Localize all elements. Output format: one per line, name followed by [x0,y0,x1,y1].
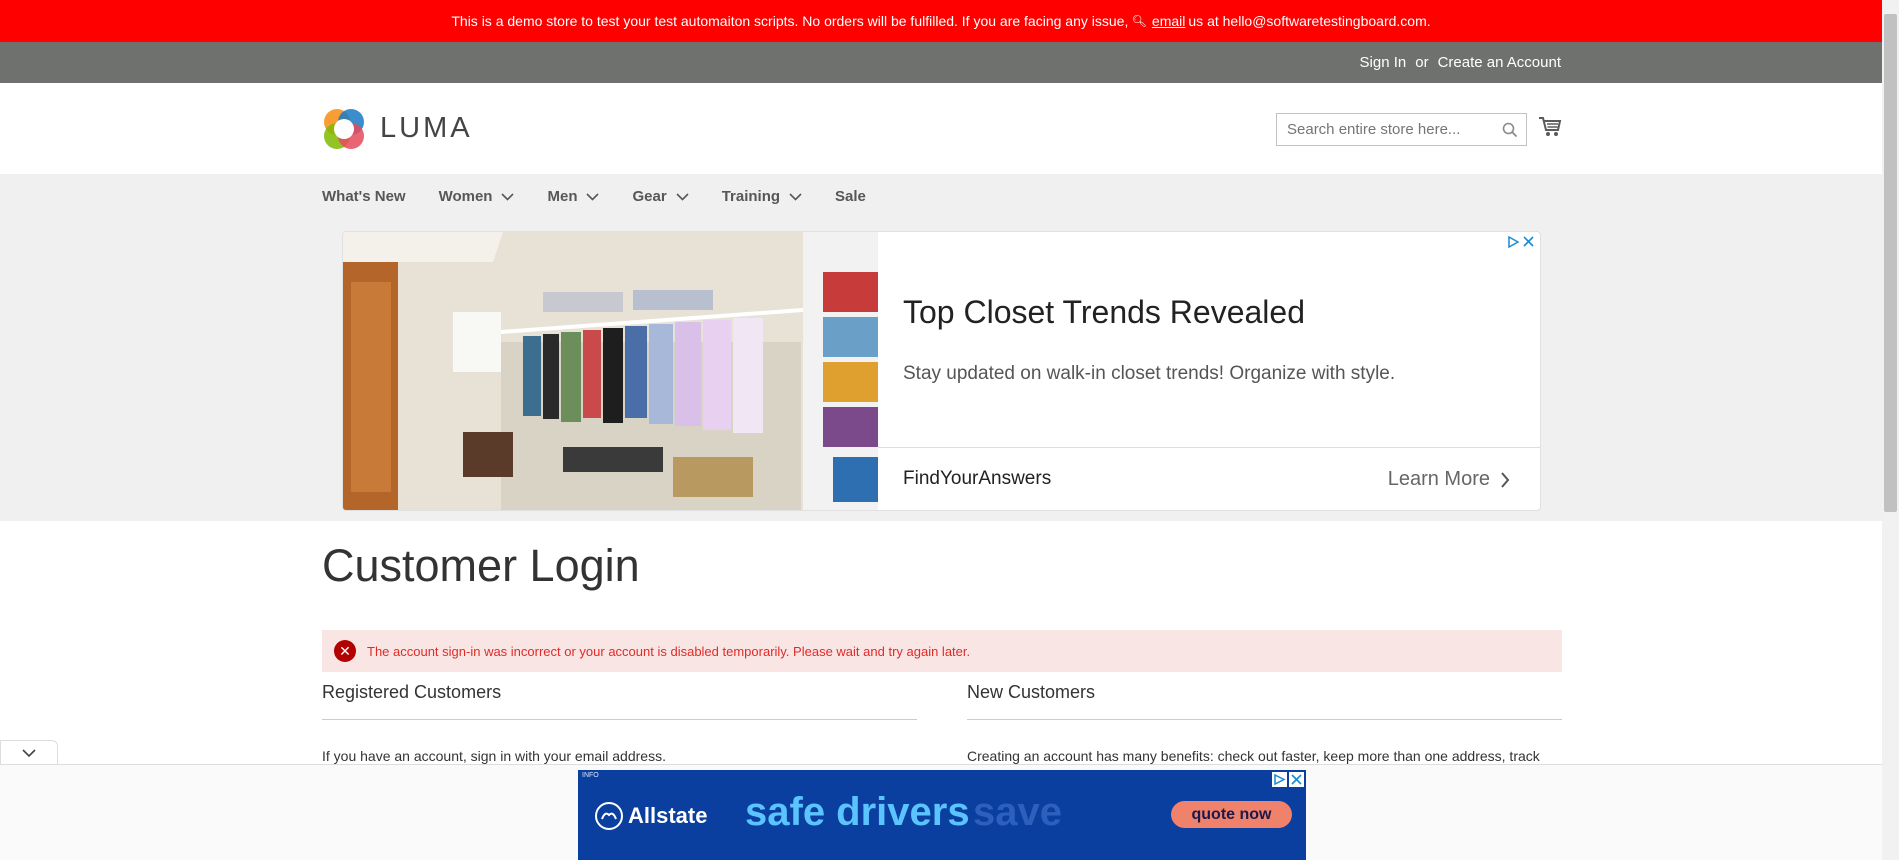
nav-item-label: What's New [322,188,406,205]
error-text: The account sign-in was incorrect or you… [367,643,971,659]
nav-item-label: Men [547,188,578,205]
bottom-ad-ghost-text: save [973,790,1062,834]
bottom-ad-choices[interactable] [1272,772,1304,787]
nav-item-label: Gear [632,188,667,205]
logo-text: LUMA [380,111,473,144]
nav-item-sale[interactable]: Sale [835,188,866,205]
ad-title: Top Closet Trends Revealed [903,294,1305,330]
main-nav: What's New Women Men Gear Training Sale [322,188,899,205]
collapse-ad-tab[interactable] [0,740,58,765]
registered-customers-text: If you have an account, sign in with you… [322,748,666,764]
email-link[interactable]: email [1152,13,1185,29]
account-bar: Sign In or Create an Account [0,42,1882,83]
ad-banner[interactable]: Top Closet Trends Revealed Stay updated … [342,231,1541,511]
demo-notice-text: This is a demo store to test your test a… [451,13,1129,29]
allstate-brand-text: Allstate [628,803,708,828]
adchoices-icon[interactable] [1272,772,1287,787]
nav-item-training[interactable]: Training [722,188,802,205]
bottom-ad-headline: safe drivers [745,790,970,834]
magnifier-icon: 🔍︎ [1128,14,1147,28]
nav-item-men[interactable]: Men [547,188,600,205]
learn-more-button[interactable]: Learn More [1388,468,1510,491]
or-separator: or [1415,54,1429,71]
nav-item-gear[interactable]: Gear [632,188,689,205]
registered-customers-title: Registered Customers [322,682,917,720]
nav-item-label: Sale [835,188,866,205]
page-scrollbar[interactable] [1882,0,1899,860]
registered-customers-block: Registered Customers If you have an acco… [322,682,917,766]
search-input[interactable] [1277,114,1487,145]
bottom-ad-banner[interactable]: INFO Allstate safe drivers save quote no… [578,770,1306,860]
ad-divider [878,447,1540,448]
allstate-hands-icon [595,802,623,830]
chevron-right-icon [1501,471,1510,488]
scrollbar-thumb[interactable] [1884,14,1897,512]
sign-in-link[interactable]: Sign In [1360,54,1407,71]
chevron-down-icon [22,748,36,757]
demo-notice-bar: This is a demo store to test your test a… [0,0,1882,42]
close-icon[interactable] [1523,236,1534,247]
demo-notice-email: us at hello@softwaretestingboard.com. [1188,13,1431,29]
page-title: Customer Login [322,540,640,591]
ad-choices[interactable] [1508,236,1534,248]
ad-description: Stay updated on walk-in closet trends! O… [903,363,1396,384]
logo[interactable]: LUMA [322,105,473,151]
new-customers-title: New Customers [967,682,1562,720]
account-links: Sign In or Create an Account [1360,54,1561,71]
ad-info-label: INFO [582,772,599,779]
chevron-down-icon [501,192,515,201]
search-icon[interactable] [1502,122,1518,143]
luma-logo-icon [324,109,364,149]
ad-brand: FindYourAnswers [903,468,1052,489]
nav-item-label: Women [438,188,493,205]
close-icon[interactable] [1289,772,1304,787]
nav-item-women[interactable]: Women [439,188,515,205]
error-icon: ✕ [334,640,356,662]
create-account-link[interactable]: Create an Account [1438,54,1561,71]
quote-now-button[interactable]: quote now [1171,801,1292,828]
allstate-brand: Allstate [594,801,707,831]
chevron-down-icon [586,192,600,201]
cart-icon[interactable] [1538,116,1562,143]
chevron-down-icon [789,192,802,201]
adchoices-icon[interactable] [1508,236,1519,248]
learn-more-label: Learn More [1387,468,1490,490]
closet-image [343,232,878,510]
nav-item-label: Training [721,188,781,205]
search-box [1276,113,1527,146]
error-message: ✕ The account sign-in was incorrect or y… [322,630,1562,672]
nav-item-whats-new[interactable]: What's New [322,188,406,205]
site-header: LUMA [0,83,1882,174]
chevron-down-icon [676,192,689,201]
